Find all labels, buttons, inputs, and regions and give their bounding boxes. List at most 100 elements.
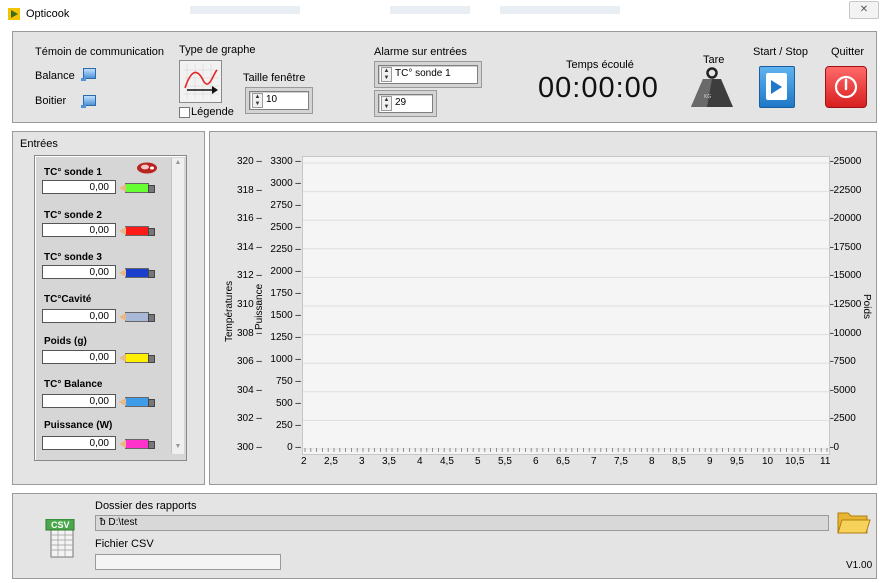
alarm-value-frame: ▲ ▼ 29 [374,90,437,117]
yweight-tick: –2500 [828,413,856,425]
spinner-icon[interactable]: ▲ ▼ [381,67,392,82]
ypower-tick: 750 – [275,376,301,387]
channel-value-1: 0,00 [42,180,116,194]
csv-filename-field[interactable] [95,554,281,570]
window-size-label: Taille fenêtre [243,72,306,84]
comm-title: Témoin de communication [35,46,165,58]
x-tick-label: 8,5 [672,456,686,467]
quit-button[interactable] [825,66,867,108]
channel-value-5: 0,00 [42,350,116,364]
alarm-input-select[interactable]: ▲ ▼ TC° sonde 1 [378,65,478,84]
channel-name-6: TC° Balance [44,379,103,390]
graph-type-icon[interactable] [179,60,222,103]
weight-axis-title: Poids [861,294,872,320]
csv-icon-label: CSV [51,520,70,530]
spinner-icon[interactable]: ▲ ▼ [252,93,263,108]
plot-area[interactable] [302,156,830,455]
boitier-led-icon [81,95,96,108]
x-tick-label: 2 [301,456,307,467]
ypower-tick: 1750 – [270,288,301,299]
yweight-tick: –7500 [828,356,856,368]
bottom-panel: CSV Dossier des rapports ᵬ D:\test Fichi… [12,493,877,579]
x-tick-label: 10,5 [785,456,805,467]
alarm-label: Alarme sur entrées [374,46,467,58]
background-artifact [500,6,620,14]
yweight-tick: –15000 [828,270,862,282]
csv-label: Fichier CSV [95,538,154,550]
ytemp-tick: 300 – [236,442,262,453]
tare-label: Tare [703,54,725,66]
start-stop-button[interactable] [759,66,795,108]
alarm-input-frame: ▲ ▼ TC° sonde 1 [374,61,482,88]
ypower-tick: 500 – [275,398,301,409]
channel-color-5[interactable] [119,353,155,363]
window-size-field[interactable]: ▲ ▼ 10 [249,91,309,110]
x-tick-label: 7,5 [614,456,628,467]
title-bar: Opticook ✕ [0,0,880,28]
x-tick-label: 3,5 [382,456,396,467]
ypower-tick: 1000 – [270,354,301,365]
boitier-label: Boitier [35,95,67,107]
channel-name-1: TC° sonde 1 [44,167,102,178]
tare-weight-icon[interactable]: KG [689,67,735,109]
inputs-scrollbar[interactable]: ▲ ▼ [171,158,184,454]
x-tick-label: 5,5 [498,456,512,467]
channel-color-1[interactable] [119,183,155,193]
reports-path-field[interactable]: ᵬ D:\test [95,515,829,531]
ytemp-tick: 304 – [236,384,262,396]
channel-color-3[interactable] [119,268,155,278]
balance-led-icon [81,68,96,81]
channel-color-7[interactable] [119,439,155,449]
window-size-value: 10 [266,94,278,105]
ypower-tick: 3000 – [270,178,301,189]
balance-label: Balance [35,70,75,82]
x-tick-label: 10 [762,456,774,467]
channel-color-4[interactable] [119,312,155,322]
quit-label: Quitter [831,46,865,58]
ypower-tick: 2500 – [270,222,301,233]
ytemp-tick: 320 – [236,156,262,167]
channel-name-3: TC° sonde 3 [44,252,102,263]
play-icon [771,80,782,94]
channel-name-7: Puissance (W) [44,420,113,431]
scroll-down-icon[interactable]: ▼ [173,443,183,453]
inputs-list: TC° sonde 1 0,00 TC° sonde 2 0,00 TC° so… [34,155,187,461]
channel-name-4: TC°Cavité [44,294,92,305]
inputs-panel: Entrées TC° sonde 1 0,00 TC° sonde 2 0,0… [12,131,205,485]
x-tick-label: 9,5 [730,456,744,467]
power-icon [834,75,858,99]
x-tick-label: 7 [591,456,597,467]
alarm-value: 29 [395,97,407,108]
channel-value-6: 0,00 [42,394,116,408]
ytemp-tick: 318 – [236,184,262,196]
ypower-tick: 2750 – [270,200,301,211]
folder-icon[interactable] [837,509,871,535]
x-tick-label: 3 [359,456,365,467]
close-button[interactable]: ✕ [849,1,879,19]
reports-label: Dossier des rapports [95,500,197,512]
x-tick-label: 2,5 [324,456,338,467]
channel-name-5: Poids (g) [44,336,87,347]
yweight-tick: –5000 [828,384,856,396]
x-tick-label: 6,5 [556,456,570,467]
ytemp-tick: 302 – [236,413,262,425]
yweight-tick: –20000 [828,213,862,225]
alarm-value-field[interactable]: ▲ ▼ 29 [378,94,433,113]
background-artifact [390,6,470,14]
start-stop-label: Start / Stop [753,46,809,58]
yweight-tick: –25000 [828,156,862,167]
channel-value-4: 0,00 [42,309,116,323]
channel-name-2: TC° sonde 2 [44,210,102,221]
background-artifact [190,6,300,14]
graph-panel: 320 –318 –316 –314 –312 –310 –308 –306 –… [209,131,877,485]
channel-value-2: 0,00 [42,223,116,237]
channel-color-6[interactable] [119,397,155,407]
channel-value-7: 0,00 [42,436,116,450]
window-title: Opticook [26,8,70,20]
x-tick-label: 4 [417,456,423,467]
ypower-tick: 3300 – [270,156,301,167]
legend-checkbox[interactable] [179,107,190,118]
scroll-up-icon[interactable]: ▲ [173,159,183,169]
spinner-icon[interactable]: ▲ ▼ [381,96,392,111]
channel-color-2[interactable] [119,226,155,236]
